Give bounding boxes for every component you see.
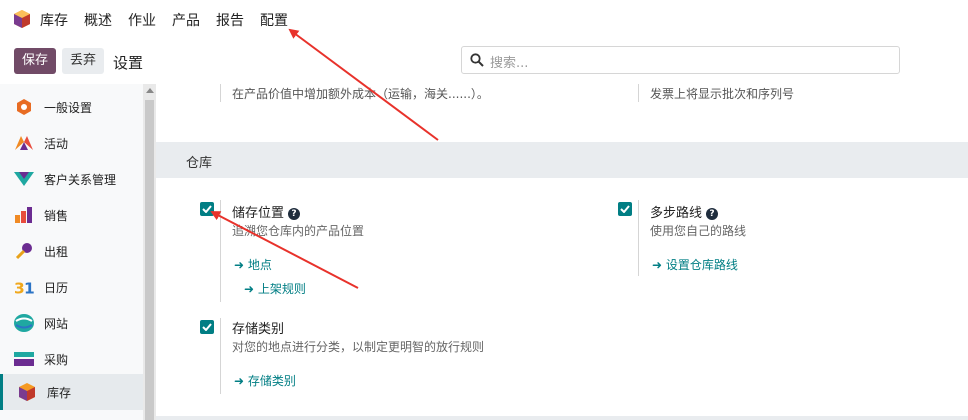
sidebar-item-crm[interactable]: 客户关系管理 (0, 162, 143, 196)
multi-step-routes-title: 多步路线? (650, 202, 719, 221)
discard-button[interactable]: 丢弃 (62, 48, 105, 74)
search-placeholder: 搜索... (490, 56, 529, 71)
warehouse-section-header: 仓库 (156, 142, 968, 178)
lots-on-invoice-description: 发票上将显示批次和序列号 (650, 87, 795, 101)
calendar-icon: 31 (14, 278, 34, 296)
divider (638, 200, 639, 276)
search-input[interactable]: 搜索... (461, 46, 900, 74)
sidebar-item-sales[interactable]: 销售 (0, 198, 143, 232)
top-navbar: 库存 概述 作业 产品 报告 配置 (0, 0, 968, 38)
checkmark-icon (202, 205, 212, 213)
divider (220, 318, 221, 394)
storage-locations-title: 储存位置? (232, 202, 301, 221)
link-label: 设置仓库路线 (665, 258, 738, 272)
storage-locations-description: 追溯您仓库内的产品位置 (232, 224, 365, 238)
sidebar-item-label: 出租 (44, 244, 69, 259)
checkmark-icon (620, 205, 630, 213)
svg-text:1: 1 (24, 279, 34, 296)
locations-link[interactable]: ➜ 地点 (234, 256, 272, 273)
help-icon[interactable]: ? (706, 208, 719, 220)
link-label: 上架规则 (257, 282, 306, 296)
menu-inventory[interactable]: 库存 (40, 10, 68, 30)
putaway-rules-link[interactable]: ➜ 上架规则 (244, 280, 306, 297)
sidebar-item-label: 网站 (44, 316, 69, 331)
sidebar-item-label: 一般设置 (44, 100, 93, 115)
odoo-general-icon (14, 98, 34, 116)
menu-products[interactable]: 产品 (172, 10, 200, 30)
section-title: 仓库 (186, 156, 213, 171)
checkmark-icon (202, 323, 212, 331)
sidebar-item-general-settings[interactable]: 一般设置 (0, 90, 143, 124)
rental-icon (14, 242, 34, 260)
multi-step-routes-checkbox[interactable] (618, 202, 632, 216)
sales-icon (14, 206, 34, 224)
multi-step-routes-description: 使用您自己的路线 (650, 224, 747, 238)
menu-operations[interactable]: 作业 (128, 10, 156, 30)
section-bottom-divider (156, 416, 968, 420)
sidebar-item-label: 活动 (44, 136, 69, 151)
landed-cost-description: 在产品价值中增加额外成本（运输，海关......）。 (232, 87, 489, 101)
sidebar-item-inventory[interactable]: 库存 (0, 374, 143, 410)
storage-categories-link[interactable]: ➜ 存储类别 (234, 372, 296, 389)
sidebar-scrollbar[interactable] (143, 84, 156, 420)
storage-categories-checkbox[interactable] (200, 320, 214, 334)
sidebar-item-website[interactable]: 网站 (0, 306, 143, 340)
set-warehouse-routes-link[interactable]: ➜ 设置仓库路线 (652, 256, 738, 273)
storage-categories-title: 存储类别 (232, 322, 285, 337)
sidebar-item-rental[interactable]: 出租 (0, 234, 143, 268)
divider (220, 84, 221, 102)
link-label: 地点 (247, 258, 272, 272)
inventory-icon (17, 383, 37, 401)
sidebar-item-label: 日历 (44, 280, 69, 295)
settings-content: 在产品价值中增加额外成本（运输，海关......）。 发票上将显示批次和序列号 … (156, 84, 968, 420)
storage-locations-label: 储存位置 (232, 206, 285, 221)
menu-reporting[interactable]: 报告 (216, 10, 244, 30)
scroll-up-arrow-icon[interactable] (146, 88, 154, 93)
scrollbar-thumb[interactable] (145, 100, 154, 420)
link-label: 存储类别 (247, 374, 296, 388)
sidebar-item-activity[interactable]: 活动 (0, 126, 143, 160)
sidebar-item-label: 客户关系管理 (44, 172, 117, 187)
storage-locations-checkbox[interactable] (200, 202, 214, 216)
crm-icon (14, 170, 34, 188)
purchase-icon (14, 350, 34, 368)
sidebar-item-label: 采购 (44, 352, 69, 367)
help-icon[interactable]: ? (288, 208, 301, 220)
menu-overview[interactable]: 概述 (84, 10, 112, 30)
divider (638, 84, 639, 102)
search-icon (470, 53, 484, 67)
control-panel: 保存 丢弃 设置 搜索... (0, 38, 968, 84)
sidebar-item-label: 销售 (44, 208, 69, 223)
storage-categories-description: 对您的地点进行分类，以制定更明智的放行规则 (232, 340, 485, 354)
menu-configuration[interactable]: 配置 (260, 10, 288, 30)
save-button[interactable]: 保存 (14, 48, 57, 74)
sidebar-item-label: 库存 (47, 385, 72, 400)
main-menu: 库存 概述 作业 产品 报告 配置 (40, 10, 288, 30)
activity-icon (14, 134, 34, 152)
settings-sidebar: 一般设置 活动 客户关系管理 销售 出租 31 日历 网站 采购 库存 (0, 84, 156, 420)
page-title: 设置 (113, 54, 144, 72)
inventory-app-logo-icon[interactable] (14, 10, 30, 28)
multi-step-routes-label: 多步路线 (650, 206, 703, 221)
divider (220, 200, 221, 302)
website-icon (14, 314, 34, 332)
sidebar-item-purchase[interactable]: 采购 (0, 342, 143, 376)
sidebar-item-calendar[interactable]: 31 日历 (0, 270, 143, 304)
